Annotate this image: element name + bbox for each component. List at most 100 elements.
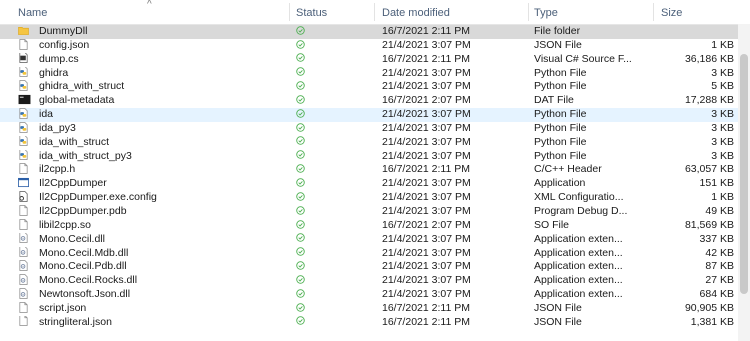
- synced-check-icon: [296, 233, 305, 243]
- column-divider[interactable]: [289, 3, 290, 21]
- file-row[interactable]: Mono.Cecil.Pdb.dll 21/4/2021 3:07 PM Appli…: [0, 260, 750, 274]
- file-row[interactable]: ida_py3 21/4/2021 3:07 PM Python File 3 KB: [0, 121, 750, 136]
- date-modified: 16/7/2021 2:11 PM: [382, 163, 470, 176]
- file-list: DummyDll 16/7/2021 2:11 PM File folder conf…: [0, 25, 750, 330]
- file-row[interactable]: Mono.Cecil.Mdb.dll 21/4/2021 3:07 PM Appli…: [0, 246, 750, 261]
- file-row[interactable]: dump.cs 16/7/2021 2:11 PM Visual C# Source…: [0, 52, 750, 67]
- column-header-size[interactable]: Size: [657, 0, 737, 24]
- file-row[interactable]: config.json 21/4/2021 3:07 PM JSON File 1 K…: [0, 38, 750, 53]
- file-type: JSON File: [534, 301, 582, 314]
- file-size: 3 KB: [711, 149, 734, 162]
- file-icon: [18, 38, 29, 50]
- file-type: XML Configuratio...: [534, 191, 624, 204]
- file-row[interactable]: libil2cpp.so 16/7/2021 2:07 PM SO File 81,5…: [0, 218, 750, 233]
- date-modified: 21/4/2021 3:07 PM: [382, 191, 471, 204]
- file-size: 27 KB: [705, 274, 734, 287]
- column-divider[interactable]: [653, 3, 654, 21]
- column-divider[interactable]: [374, 3, 375, 21]
- python-file-icon: [18, 135, 29, 147]
- file-row[interactable]: ida_with_struct_py3 21/4/2021 3:07 PM Pyth…: [0, 149, 750, 164]
- file-name-cell: stringliteral.json: [18, 315, 288, 330]
- vertical-scrollbar[interactable]: [738, 24, 750, 341]
- file-name-cell: Mono.Cecil.dll: [18, 232, 288, 247]
- file-name-cell: Mono.Cecil.Pdb.dll: [18, 260, 288, 274]
- date-modified: 21/4/2021 3:07 PM: [382, 121, 471, 134]
- status-cell: [296, 80, 356, 94]
- file-type: File folder: [534, 25, 581, 37]
- date-modified: 21/4/2021 3:07 PM: [382, 274, 471, 287]
- file-name: config.json: [39, 38, 90, 51]
- date-modified: 21/4/2021 3:07 PM: [382, 80, 471, 93]
- column-header-name[interactable]: Name: [14, 0, 284, 24]
- file-name-cell: config.json: [18, 38, 288, 53]
- file-type: Application exten...: [534, 274, 623, 287]
- file-type: Python File: [534, 108, 587, 121]
- status-cell: [296, 233, 356, 247]
- file-name: ida_with_struct_py3: [39, 149, 132, 162]
- file-icon: [18, 204, 29, 216]
- dll-file-icon: [18, 288, 29, 299]
- file-size: 17,288 KB: [684, 94, 734, 107]
- file-type: Application: [534, 177, 586, 190]
- file-row[interactable]: stringliteral.json 16/7/2021 2:11 PM JSON …: [0, 315, 750, 330]
- file-name: ghidra_with_struct: [39, 80, 125, 93]
- column-header-type[interactable]: Type: [530, 0, 650, 24]
- file-size: 81,569 KB: [684, 218, 734, 231]
- scrollbar-thumb[interactable]: [740, 54, 748, 294]
- file-type: Python File: [534, 66, 587, 79]
- file-name: DummyDll: [39, 25, 88, 37]
- file-row[interactable]: Mono.Cecil.Rocks.dll 21/4/2021 3:07 PM App…: [0, 274, 750, 288]
- dll-file-icon: [18, 246, 29, 258]
- file-icon: [18, 218, 29, 230]
- file-name-cell: ida_with_struct: [18, 135, 288, 150]
- file-size: 1,381 KB: [690, 315, 734, 328]
- file-row[interactable]: il2cpp.h 16/7/2021 2:11 PM C/C++ Header 63,…: [0, 163, 750, 177]
- date-modified: 21/4/2021 3:07 PM: [382, 246, 471, 259]
- file-row[interactable]: Newtonsoft.Json.dll 21/4/2021 3:07 PM Appl…: [0, 288, 750, 302]
- column-divider[interactable]: [528, 3, 529, 21]
- config-file-icon: [18, 191, 29, 202]
- file-row[interactable]: global-metadata 16/7/2021 2:07 PM DAT File…: [0, 94, 750, 108]
- file-type: SO File: [534, 218, 570, 231]
- file-row[interactable]: Il2CppDumper.exe.config 21/4/2021 3:07 PM…: [0, 191, 750, 205]
- date-modified: 16/7/2021 2:07 PM: [382, 94, 471, 107]
- file-row[interactable]: Mono.Cecil.dll 21/4/2021 3:07 PM Applicati…: [0, 232, 750, 247]
- file-size: 87 KB: [705, 260, 734, 273]
- python-file-icon: [18, 66, 29, 78]
- date-modified: 16/7/2021 2:11 PM: [382, 52, 470, 65]
- file-row[interactable]: ida_with_struct 21/4/2021 3:07 PM Python F…: [0, 135, 750, 150]
- dll-file-icon: [18, 260, 29, 271]
- synced-check-icon: [296, 316, 305, 326]
- status-cell: [296, 108, 356, 122]
- status-cell: [296, 122, 356, 136]
- status-cell: [296, 191, 356, 205]
- synced-check-icon: [296, 109, 305, 118]
- file-row-selected[interactable]: DummyDll 16/7/2021 2:11 PM File folder: [0, 25, 750, 39]
- file-row[interactable]: script.json 16/7/2021 2:11 PM JSON File 90,…: [0, 301, 750, 316]
- file-name-cell: DummyDll: [18, 25, 288, 39]
- file-name: ghidra: [39, 66, 69, 79]
- file-type: Python File: [534, 149, 587, 162]
- file-size: 63,057 KB: [684, 163, 734, 176]
- python-file-icon: [18, 108, 29, 119]
- file-name-cell: script.json: [18, 301, 288, 316]
- status-cell: [296, 288, 356, 302]
- column-header-date-modified[interactable]: Date modified: [378, 0, 528, 24]
- file-row[interactable]: ida 21/4/2021 3:07 PM Python File 3 KB: [0, 108, 750, 122]
- file-name: script.json: [39, 301, 87, 314]
- status-cell: [296, 136, 356, 150]
- file-row[interactable]: ghidra_with_struct 21/4/2021 3:07 PM Pytho…: [0, 80, 750, 94]
- file-row[interactable]: Il2CppDumper.pdb 21/4/2021 3:07 PM Program…: [0, 204, 750, 219]
- file-size: 1 KB: [711, 191, 734, 204]
- column-header-status[interactable]: Status: [292, 0, 372, 24]
- file-row[interactable]: ghidra 21/4/2021 3:07 PM Python File 3 KB: [0, 66, 750, 81]
- file-name-cell: Mono.Cecil.Mdb.dll: [18, 246, 288, 261]
- status-cell: [296, 94, 356, 108]
- file-name-cell: ida: [18, 108, 288, 122]
- file-name: Il2CppDumper.pdb: [39, 204, 127, 217]
- date-modified: 21/4/2021 3:07 PM: [382, 108, 471, 121]
- file-size: [656, 25, 734, 39]
- file-type: Program Debug D...: [534, 204, 628, 217]
- file-name: il2cpp.h: [39, 163, 76, 176]
- file-row[interactable]: Il2CppDumper 21/4/2021 3:07 PM Application…: [0, 177, 750, 191]
